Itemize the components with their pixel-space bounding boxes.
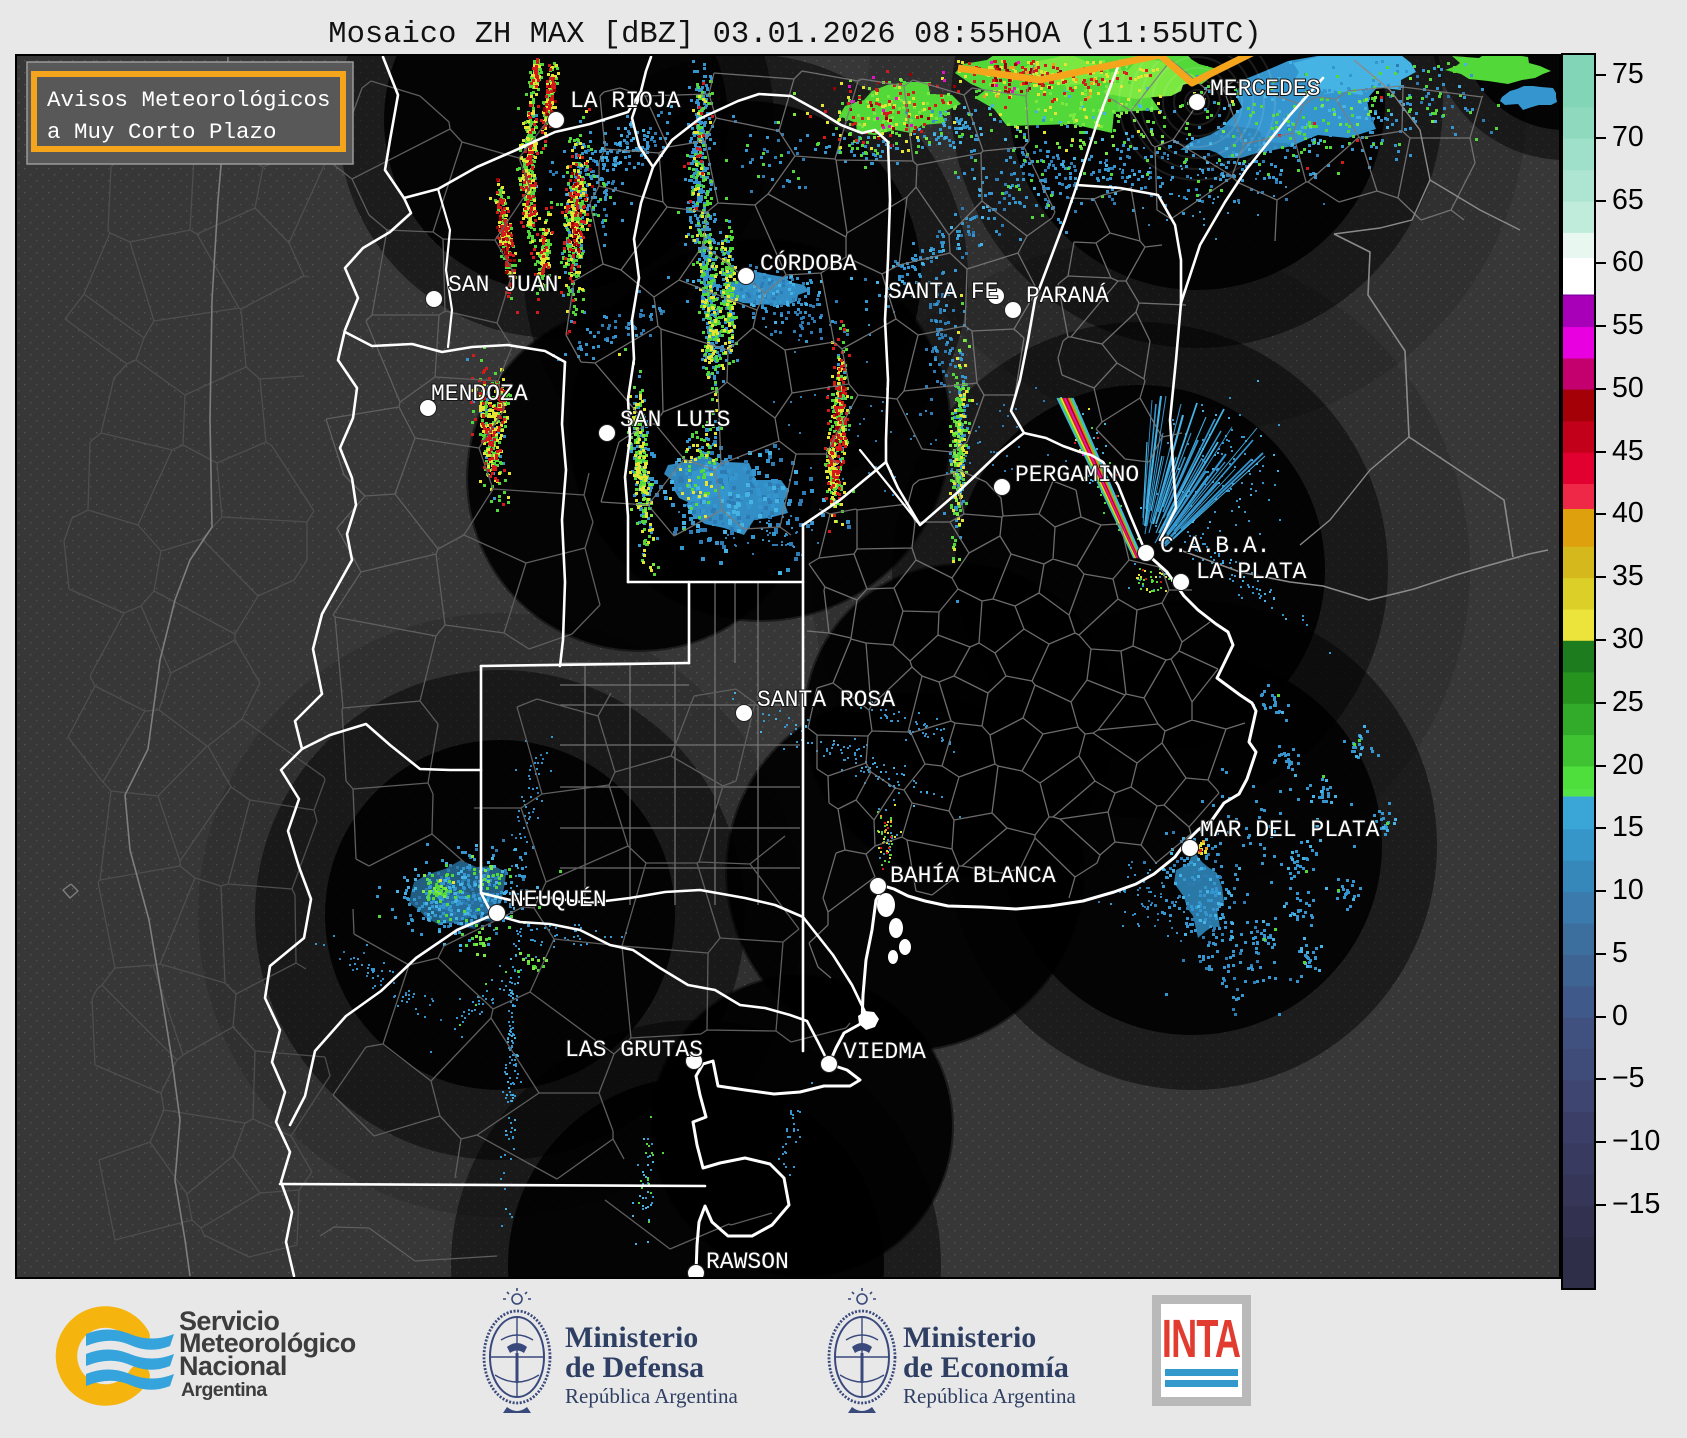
svg-text:República Argentina: República Argentina <box>903 1384 1076 1408</box>
svg-text:de Defensa: de Defensa <box>565 1351 704 1384</box>
svg-text:LAS GRUTAS: LAS GRUTAS <box>565 1037 703 1063</box>
svg-text:Ministerio: Ministerio <box>565 1321 698 1354</box>
svg-text:PERGAMINO: PERGAMINO <box>1015 462 1139 488</box>
svg-text:a Muy Corto Plazo: a Muy Corto Plazo <box>47 119 277 145</box>
svg-text:SANTA ROSA: SANTA ROSA <box>757 687 895 713</box>
svg-text:Argentina: Argentina <box>181 1379 267 1401</box>
svg-text:NEUQUÉN: NEUQUÉN <box>510 886 607 913</box>
svg-text:BAHÍA BLANCA: BAHÍA BLANCA <box>890 862 1056 889</box>
svg-text:LA RIOJA: LA RIOJA <box>570 88 681 114</box>
svg-text:República Argentina: República Argentina <box>565 1384 738 1408</box>
svg-text:SAN JUAN: SAN JUAN <box>448 272 558 298</box>
svg-text:RAWSON: RAWSON <box>706 1249 789 1275</box>
svg-text:LA PLATA: LA PLATA <box>1196 559 1307 585</box>
svg-text:CÓRDOBA: CÓRDOBA <box>760 249 857 277</box>
svg-text:Nacional: Nacional <box>179 1351 287 1381</box>
svg-text:MERCEDES: MERCEDES <box>1210 76 1320 102</box>
svg-text:MAR DEL PLATA: MAR DEL PLATA <box>1200 817 1380 843</box>
svg-text:SANTA FE: SANTA FE <box>888 279 998 305</box>
svg-text:VIEDMA: VIEDMA <box>843 1039 926 1065</box>
svg-text:C.A.B.A.: C.A.B.A. <box>1160 533 1270 559</box>
svg-text:de Economía: de Economía <box>903 1351 1069 1384</box>
svg-text:MENDOZA: MENDOZA <box>431 381 528 407</box>
svg-text:Ministerio: Ministerio <box>903 1321 1036 1354</box>
svg-text:Avisos Meteorológicos: Avisos Meteorológicos <box>47 87 331 113</box>
svg-text:SAN LUIS: SAN LUIS <box>620 407 730 433</box>
svg-text:INTA: INTA <box>1162 1309 1240 1369</box>
svg-text:PARANÁ: PARANÁ <box>1026 282 1109 309</box>
